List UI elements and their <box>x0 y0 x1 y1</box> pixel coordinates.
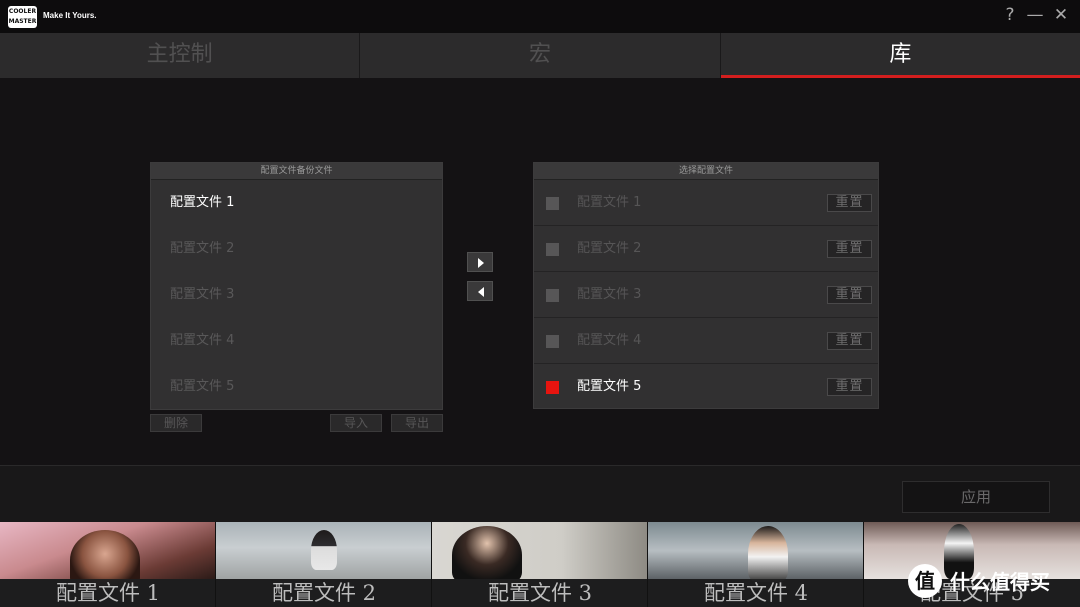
logo-text: COOLER MASTER <box>8 8 37 25</box>
select-panel-title: 选择配置文件 <box>534 163 878 180</box>
help-icon[interactable]: ? <box>1000 5 1020 25</box>
profile-row: 配置文件 3 重置 <box>534 272 878 318</box>
watermark-badge: 值 <box>908 564 942 598</box>
profile-photo <box>432 522 647 584</box>
backup-list-item[interactable]: 配置文件 2 <box>151 226 442 272</box>
tab-library[interactable]: 库 <box>720 33 1080 78</box>
backup-list-item[interactable]: 配置文件 3 <box>151 272 442 318</box>
close-icon[interactable]: ✕ <box>1051 5 1071 25</box>
cooler-master-logo: COOLER MASTER <box>8 6 37 28</box>
profile-checkbox[interactable] <box>546 289 559 302</box>
main-tabs: 主控制 宏 库 <box>0 33 1080 78</box>
profile-label: 配置文件 1 <box>577 195 642 210</box>
watermark: 值 什么值得买 <box>908 562 1080 598</box>
profile-photo <box>648 522 863 582</box>
profile-thumbnail-4[interactable]: 配置文件 4 <box>648 522 864 607</box>
watermark-text: 什么值得买 <box>950 570 1050 594</box>
backup-list-item[interactable]: 配置文件 4 <box>151 318 442 364</box>
profile-caption: 配置文件 2 <box>216 579 431 607</box>
import-button[interactable]: 导入 <box>330 414 382 432</box>
profile-row: 配置文件 4 重置 <box>534 318 878 364</box>
reset-button[interactable]: 重置 <box>827 194 872 212</box>
export-button[interactable]: 导出 <box>391 414 443 432</box>
delete-button[interactable]: 删除 <box>150 414 202 432</box>
profile-photo <box>0 522 215 590</box>
reset-button[interactable]: 重置 <box>827 286 872 304</box>
profile-checkbox[interactable] <box>546 243 559 256</box>
arrow-left-icon <box>478 287 484 297</box>
backup-list-item[interactable]: 配置文件 5 <box>151 364 442 410</box>
apply-button[interactable]: 应用 <box>902 481 1050 513</box>
backup-list-item[interactable]: 配置文件 1 <box>151 180 442 226</box>
profile-thumbnail-2[interactable]: 配置文件 2 <box>216 522 432 607</box>
profile-label: 配置文件 2 <box>577 241 642 256</box>
profile-caption: 配置文件 3 <box>432 579 647 607</box>
profile-row: 配置文件 1 重置 <box>534 180 878 226</box>
profile-label: 配置文件 5 <box>577 379 642 394</box>
move-right-button[interactable] <box>467 252 493 272</box>
tagline: Make It Yours. <box>43 11 97 20</box>
reset-button[interactable]: 重置 <box>827 332 872 350</box>
profile-row-active: 配置文件 5 重置 <box>534 364 878 410</box>
profile-thumbnail-1[interactable]: 配置文件 1 <box>0 522 216 607</box>
profile-label: 配置文件 4 <box>577 333 642 348</box>
backup-profiles-panel: 配置文件备份文件 配置文件 1 配置文件 2 配置文件 3 配置文件 4 配置文… <box>150 162 443 410</box>
tab-macro[interactable]: 宏 <box>360 33 721 78</box>
profile-checkbox[interactable] <box>546 197 559 210</box>
profile-photo <box>216 522 431 579</box>
profile-thumbnail-3[interactable]: 配置文件 3 <box>432 522 648 607</box>
profile-caption: 配置文件 4 <box>648 579 863 607</box>
profile-row: 配置文件 2 重置 <box>534 226 878 272</box>
profile-checkbox-active[interactable] <box>546 381 559 394</box>
select-profile-panel: 选择配置文件 配置文件 1 重置 配置文件 2 重置 配置文件 3 重置 配置文… <box>533 162 879 409</box>
profile-label: 配置文件 3 <box>577 287 642 302</box>
tab-main-control[interactable]: 主控制 <box>0 33 361 78</box>
reset-button[interactable]: 重置 <box>827 240 872 258</box>
title-bar: COOLER MASTER Make It Yours. ? — ✕ <box>0 0 1080 33</box>
arrow-right-icon <box>478 258 484 268</box>
reset-button[interactable]: 重置 <box>827 378 872 396</box>
move-left-button[interactable] <box>467 281 493 301</box>
minimize-icon[interactable]: — <box>1025 5 1045 25</box>
profile-checkbox[interactable] <box>546 335 559 348</box>
profile-caption: 配置文件 1 <box>0 579 215 607</box>
backup-panel-title: 配置文件备份文件 <box>151 163 442 180</box>
